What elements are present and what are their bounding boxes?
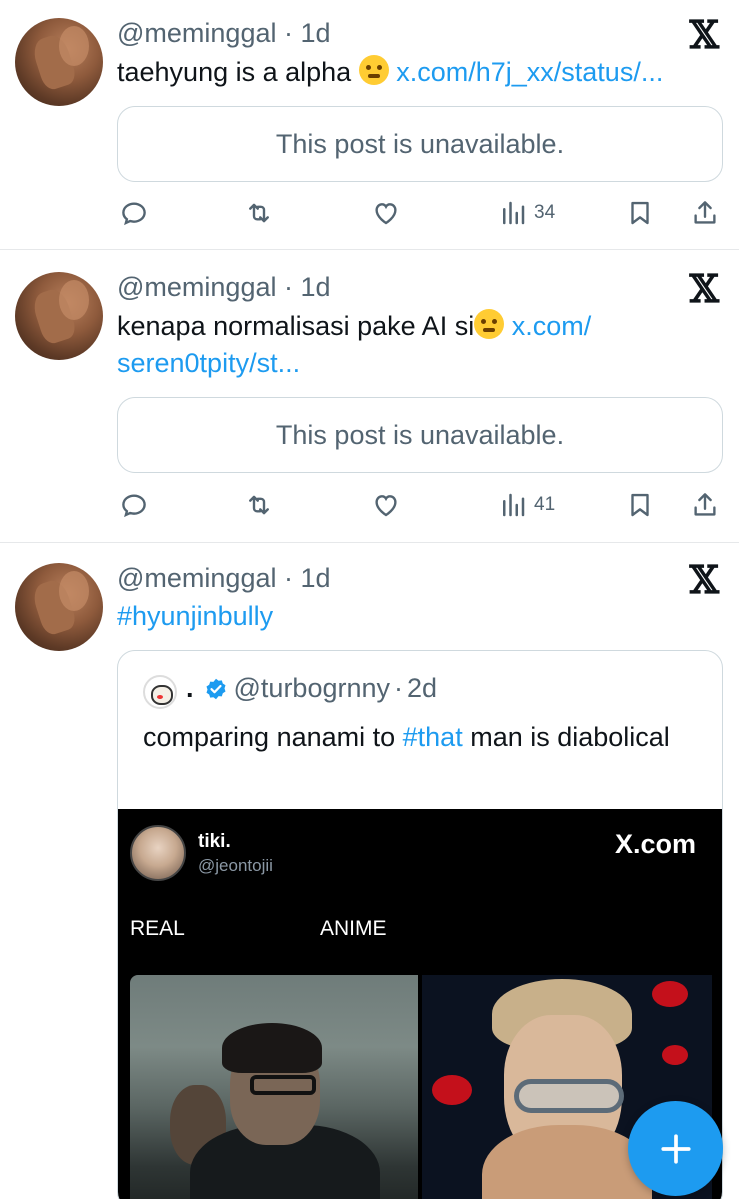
reply-icon	[122, 202, 146, 226]
views-button[interactable]: 34	[498, 193, 555, 233]
unavailable-card[interactable]: This post is unavailable.	[117, 397, 723, 473]
hashtag-link[interactable]: #hyunjinbully	[117, 601, 273, 631]
post-time[interactable]: 1d	[301, 272, 331, 302]
quote-author-handle[interactable]: @turbogrnny	[234, 673, 391, 704]
post-time[interactable]: 1d	[301, 563, 331, 593]
author-handle[interactable]: @meminggal	[117, 563, 276, 593]
post-2[interactable]: @meminggal · 1d 𝕏 kenapa normalisasi pak…	[0, 250, 739, 543]
share-icon	[694, 201, 716, 224]
action-bar: 41	[117, 485, 723, 525]
reply-icon	[122, 494, 146, 518]
separator: ·	[394, 673, 404, 703]
share-icon	[694, 493, 716, 516]
reply-button[interactable]	[119, 193, 149, 233]
separator: ·	[283, 563, 293, 593]
views-icon	[503, 493, 525, 517]
post-link[interactable]: x.com/h7j_xx/status/...	[396, 57, 663, 87]
like-button[interactable]	[371, 193, 401, 233]
quote-author-name[interactable]: .	[186, 673, 194, 704]
like-button[interactable]	[371, 485, 401, 525]
post-text-body: kenapa normalisasi pake AI si	[117, 311, 475, 341]
quote-text: comparing nanami to #that man is diaboli…	[143, 719, 702, 756]
action-bar: 34	[117, 193, 723, 233]
verified-badge-icon	[206, 678, 226, 699]
share-button[interactable]	[690, 193, 720, 233]
quote-header: . @turbogrnny · 2d	[186, 673, 437, 704]
views-button[interactable]: 41	[498, 485, 555, 525]
post-time[interactable]: 1d	[301, 18, 331, 48]
share-button[interactable]	[690, 485, 720, 525]
repost-icon	[249, 495, 269, 515]
compose-button[interactable]	[628, 1101, 723, 1196]
avatar[interactable]	[15, 563, 103, 651]
views-icon	[503, 201, 525, 225]
quote-time[interactable]: 2d	[407, 673, 437, 704]
author-handle[interactable]: @meminggal	[117, 272, 276, 302]
media-label-real: REAL	[130, 917, 185, 940]
x-logo-icon: 𝕏	[689, 557, 719, 602]
x-logo-icon: 𝕏	[689, 266, 719, 311]
compose-plus-icon	[660, 1133, 691, 1164]
repost-button[interactable]	[244, 485, 274, 525]
flushed-face-emoji	[474, 309, 505, 339]
unavailable-card[interactable]: This post is unavailable.	[117, 106, 723, 182]
hashtag-link[interactable]: #that	[403, 722, 463, 752]
media-label-anime: ANIME	[320, 917, 387, 940]
bookmark-button[interactable]	[625, 485, 655, 525]
like-icon	[375, 203, 397, 225]
quote-avatar[interactable]	[143, 675, 177, 709]
x-logo-icon: 𝕏	[689, 12, 719, 57]
post-header: @meminggal · 1d	[117, 563, 331, 594]
quoted-post[interactable]: . @turbogrnny · 2d comparing nanami to #…	[117, 650, 723, 1199]
bookmark-icon	[631, 493, 649, 517]
repost-button[interactable]	[244, 193, 274, 233]
post-1[interactable]: @meminggal · 1d 𝕏 taehyung is a alpha x.…	[0, 0, 739, 250]
like-icon	[375, 495, 397, 517]
media-brand: X.com	[614, 829, 696, 859]
post-text: kenapa normalisasi pake AI si x.com/sere…	[117, 308, 719, 382]
reply-button[interactable]	[119, 485, 149, 525]
media-avatar	[130, 825, 186, 881]
repost-icon	[249, 203, 269, 223]
post-header: @meminggal · 1d	[117, 272, 331, 303]
separator: ·	[283, 18, 293, 48]
quote-text-part: comparing nanami to	[143, 722, 403, 752]
post-3[interactable]: @meminggal · 1d 𝕏 #hyunjinbully . @turbo…	[0, 543, 739, 1199]
separator: ·	[283, 272, 293, 302]
views-count: 41	[534, 494, 556, 515]
avatar[interactable]	[15, 18, 103, 106]
author-handle[interactable]: @meminggal	[117, 18, 276, 48]
media-author-handle: @jeontojii	[198, 856, 273, 875]
post-text: taehyung is a alpha x.com/h7j_xx/status/…	[117, 54, 719, 91]
avatar[interactable]	[15, 272, 103, 360]
bookmark-icon	[631, 201, 649, 225]
post-text-body: taehyung is a alpha	[117, 57, 352, 87]
media-author-name: tiki.	[198, 831, 231, 852]
bookmark-button[interactable]	[625, 193, 655, 233]
drooling-face-emoji	[358, 55, 389, 85]
views-count: 34	[534, 202, 556, 223]
real-photo	[130, 975, 418, 1199]
quote-text-part: man is diabolical	[462, 722, 670, 752]
post-header: @meminggal · 1d	[117, 18, 331, 49]
post-text: #hyunjinbully	[117, 598, 719, 635]
